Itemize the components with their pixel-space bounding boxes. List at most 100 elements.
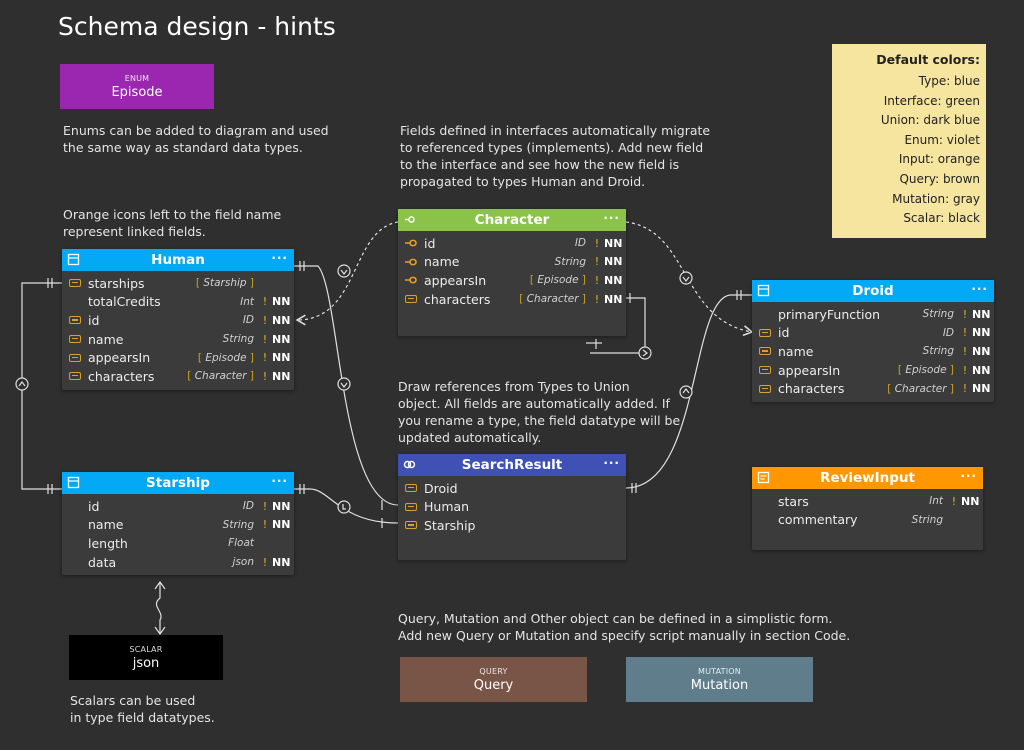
field-type: ID: [574, 237, 586, 250]
note-query-mutation: Query, Mutation and Other object can be …: [398, 611, 851, 643]
legend-item: Type: blue: [918, 74, 980, 88]
nn-badge: NN: [272, 369, 291, 383]
entity-searchresult[interactable]: SearchResult ··· Droid Human Starship: [398, 454, 626, 560]
field-type: String: [922, 308, 954, 321]
entity-header[interactable]: Human ···: [62, 249, 294, 271]
entity-menu-icon[interactable]: ···: [271, 251, 288, 265]
field-name: starships: [88, 275, 145, 291]
box-kind-label: MUTATION: [697, 666, 741, 676]
field-row[interactable]: id ID! NN: [398, 234, 626, 253]
entity-menu-icon[interactable]: ···: [271, 474, 288, 488]
field-row[interactable]: characters [ Character ]! NN: [398, 290, 626, 309]
nn-badge: NN: [604, 255, 623, 269]
entity-droid[interactable]: Droid ··· primaryFunction String! NN id ID! NN n…: [752, 280, 994, 402]
field-name: characters: [778, 381, 845, 397]
field-row[interactable]: Droid: [398, 479, 626, 498]
entity-fields: primaryFunction String! NN id ID! NN name Strin…: [752, 302, 994, 402]
nn-badge: NN: [272, 499, 291, 513]
field-type: String: [922, 345, 954, 358]
entity-menu-icon[interactable]: ···: [603, 211, 620, 225]
impl-icon: [403, 213, 416, 226]
list-bracket-close: ]: [578, 274, 586, 287]
entity-starship[interactable]: Starship ··· id ID! NN name String! NN length Flo…: [62, 472, 294, 576]
field-row[interactable]: name String! NN: [752, 342, 994, 361]
enum-episode-box[interactable]: ENUM Episode: [60, 64, 214, 109]
field-row[interactable]: name String! NN: [62, 330, 294, 349]
not-null-marker: !: [962, 307, 968, 321]
not-null-marker: !: [962, 382, 968, 396]
field-row[interactable]: name String! NN: [398, 253, 626, 272]
field-type: String: [222, 518, 254, 531]
entity-header[interactable]: ReviewInput ···: [752, 467, 983, 489]
entity-name: Character: [474, 212, 550, 228]
field-row[interactable]: starships[ Starship ]!: [62, 274, 294, 293]
not-null-marker: !: [962, 326, 968, 340]
field-row[interactable]: id ID! NN: [62, 311, 294, 330]
page-title: Schema design - hints: [58, 12, 336, 41]
note-linked-fields: Orange icons left to the field name repr…: [63, 207, 282, 239]
field-row[interactable]: appearsIn [ Episode ]! NN: [398, 271, 626, 290]
entity-character[interactable]: Character ··· id ID! NN name String! NN appearsI…: [398, 209, 626, 336]
linked-field-icon: [62, 335, 88, 344]
linked-field-icon: [62, 316, 88, 325]
nn-badge: NN: [972, 326, 991, 340]
table-icon: [67, 476, 80, 489]
field-row[interactable]: characters [ Character ]! NN: [752, 379, 994, 398]
entity-header[interactable]: Starship ···: [62, 472, 294, 494]
nn-badge: NN: [604, 292, 623, 306]
field-row[interactable]: lengthFloat!: [62, 534, 294, 553]
field-name: totalCredits: [88, 294, 161, 310]
field-row[interactable]: Human: [398, 498, 626, 517]
entity-header[interactable]: Droid ···: [752, 280, 994, 302]
scalar-json-box[interactable]: SCALAR json: [69, 635, 223, 680]
not-null-marker: !: [594, 292, 600, 306]
field-row[interactable]: id ID! NN: [62, 497, 294, 516]
field-name: id: [424, 235, 436, 251]
diagram-canvas[interactable]: Schema design - hints ENUM Episode SCALA…: [0, 0, 1024, 750]
field-name: name: [88, 331, 124, 347]
entity-human[interactable]: Human··· starships[ Starship ]!totalCredi…: [62, 249, 294, 390]
entity-header[interactable]: Character ···: [398, 209, 626, 231]
field-row[interactable]: appearsIn [ Episode ]! NN: [752, 361, 994, 380]
field-row[interactable]: characters [ Character ]! NN: [62, 367, 294, 386]
box-name-label: json: [132, 655, 160, 671]
field-row[interactable]: name String! NN: [62, 516, 294, 535]
field-name: characters: [88, 368, 155, 384]
field-type: [ Character ]: [187, 370, 254, 382]
mutation-box[interactable]: MUTATION Mutation: [626, 657, 813, 702]
field-row[interactable]: totalCredits Int! NN: [62, 293, 294, 312]
box-name-label: Query: [473, 677, 514, 693]
field-row[interactable]: data json! NN: [62, 553, 294, 572]
note-interfaces: Fields defined in interfaces automatical…: [400, 123, 711, 189]
entity-menu-icon[interactable]: ···: [603, 456, 620, 470]
field-type: String: [911, 513, 943, 526]
field-type: [ Episode ]: [198, 352, 254, 364]
field-row[interactable]: id ID! NN: [752, 324, 994, 343]
list-bracket-close: ]: [946, 364, 954, 377]
field-type-value: Episode: [205, 351, 247, 364]
field-type-value: Starship: [203, 277, 247, 290]
field-row[interactable]: commentaryString!: [752, 511, 983, 530]
entity-header[interactable]: SearchResult ···: [398, 454, 626, 476]
not-null-marker: !: [594, 236, 600, 250]
field-name: Droid: [424, 480, 458, 496]
nn-badge: NN: [272, 332, 291, 346]
entity-reviewinput[interactable]: ReviewInput ··· stars Int! NN commentary Strin…: [752, 467, 983, 550]
query-box[interactable]: QUERY Query: [400, 657, 587, 702]
field-row[interactable]: appearsIn [ Episode ]! NN: [62, 348, 294, 367]
not-null-marker: !: [262, 555, 268, 569]
field-row[interactable]: primaryFunction String! NN: [752, 305, 994, 324]
field-type: Int: [929, 495, 943, 508]
list-bracket-close: ]: [578, 293, 586, 306]
field-type: Int: [240, 295, 254, 308]
entity-fields: id ID! NN name String! NN appearsIn [ Episode ]…: [398, 231, 626, 312]
field-row[interactable]: stars Int! NN: [752, 492, 983, 511]
legend-item: Enum: violet: [904, 132, 980, 147]
legend-item: Input: orange: [898, 152, 980, 167]
field-row[interactable]: Starship: [398, 516, 626, 535]
entity-menu-icon[interactable]: ···: [971, 282, 988, 296]
field-type: Float: [228, 537, 254, 550]
nn-badge: NN: [972, 382, 991, 396]
entity-menu-icon[interactable]: ···: [960, 469, 977, 483]
field-type: json: [232, 556, 254, 569]
